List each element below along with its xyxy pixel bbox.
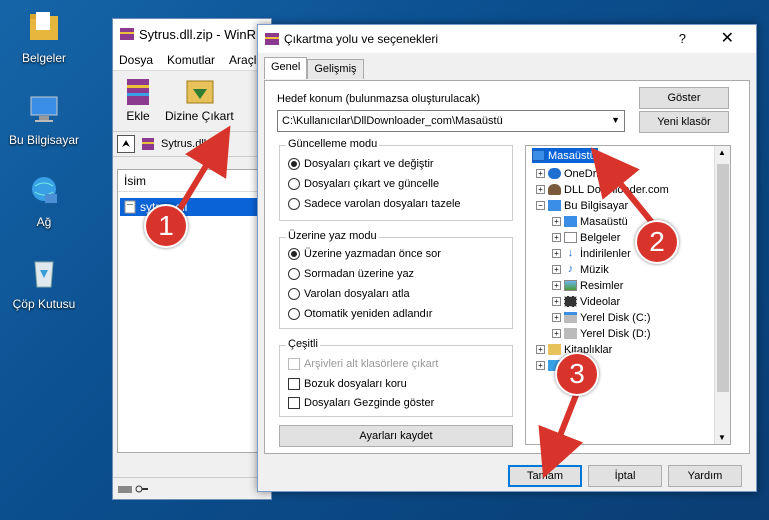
step-badge-3: 3 [555, 352, 599, 396]
step-badge-2: 2 [635, 220, 679, 264]
arrow-3 [538, 388, 584, 479]
arrow-2 [590, 147, 658, 228]
step-badge-1: 1 [144, 204, 188, 248]
arrow-1 [175, 125, 231, 214]
